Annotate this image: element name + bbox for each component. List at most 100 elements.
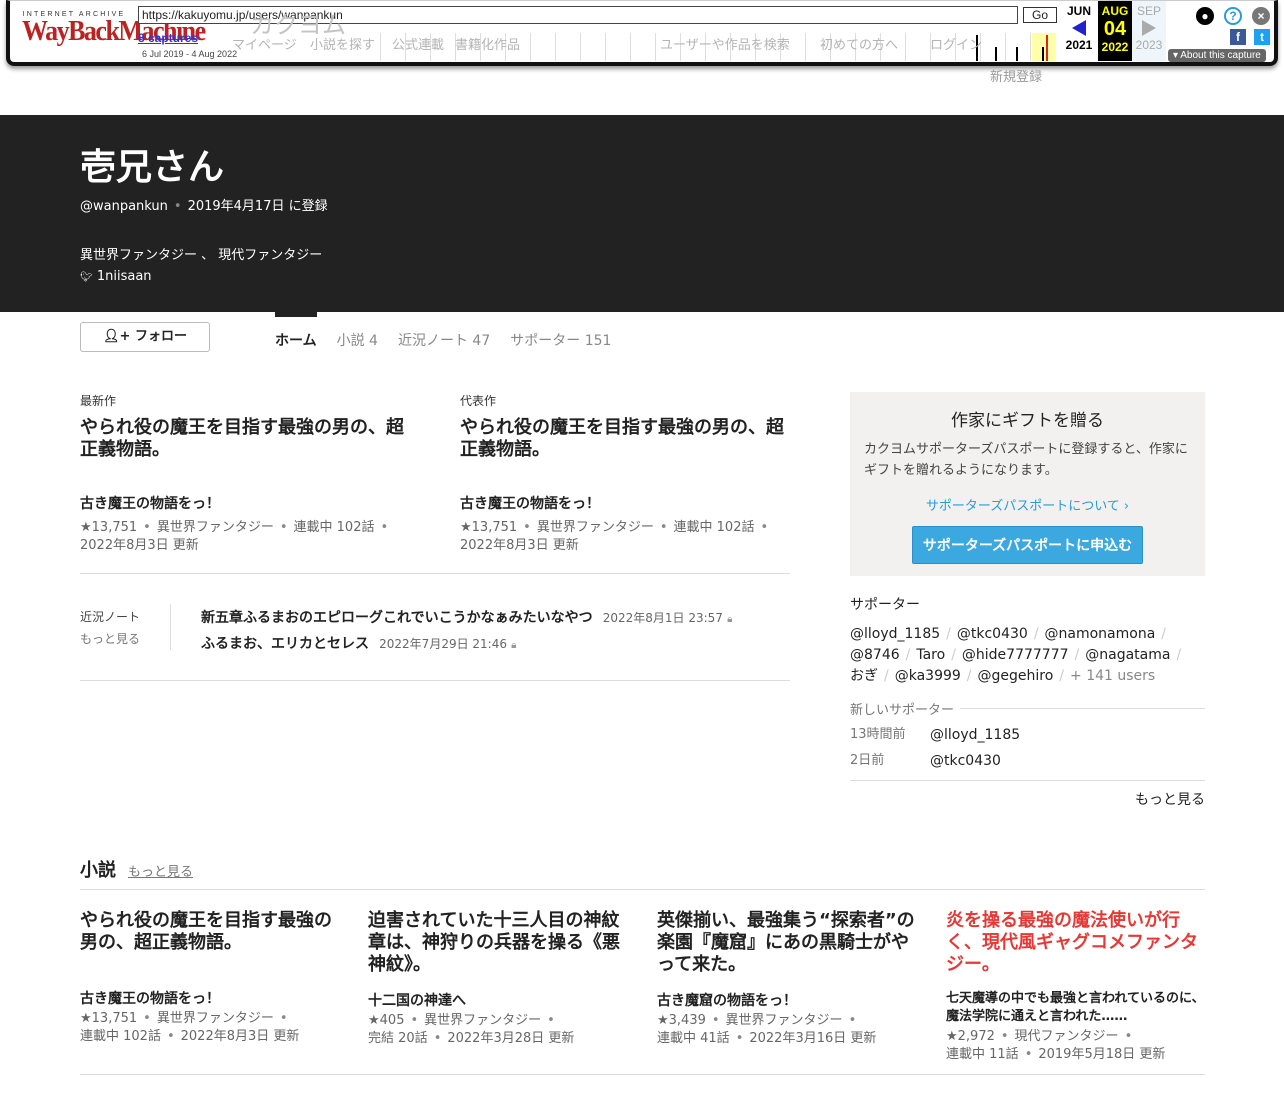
facebook-icon[interactable]: f: [1230, 29, 1246, 45]
nav-books[interactable]: 書籍化作品: [455, 38, 520, 54]
supporter-link[interactable]: @lloyd_1185: [850, 626, 940, 642]
follow-user-icon: 👤︎+: [103, 329, 131, 344]
novel-meta: ★3,439 • 異世界ファンタジー • 連載中 41話 • 2022年3月16日 更新: [657, 1013, 877, 1046]
supporter-list: @lloyd_1185/@tkc0430/@namonamona / @8746/…: [850, 626, 1182, 684]
supporter-link[interactable]: @hide7777777: [962, 647, 1069, 663]
captures-link[interactable]: 8 captures: [138, 31, 198, 45]
about-capture-button[interactable]: ▾ About this capture: [1168, 49, 1266, 62]
profile-tabs: ホーム 小説 4 近況ノート 47 サポーター 151: [275, 312, 611, 350]
featured-work: 代表作 やられ役の魔王を目指す最強の男の、超正義物語。 古き魔王の物語をっ！ ★…: [460, 392, 790, 555]
novel-meta: ★2,972 • 現代ファンタジー • 連載中 11話 • 2019年5月18日 更新: [946, 1029, 1166, 1062]
follow-button[interactable]: 👤︎+ フォロー: [80, 322, 210, 352]
next-month[interactable]: SEP 2023: [1132, 1, 1166, 61]
supporter-link[interactable]: @tkc0430: [957, 626, 1028, 642]
novels-more-link[interactable]: もっと見る: [128, 865, 193, 880]
supporter-link[interactable]: @8746: [850, 647, 900, 663]
new-supporter-row: 13時間前 @lloyd_1185: [850, 726, 1021, 744]
featured-title[interactable]: やられ役の魔王を目指す最強の男の、超正義物語。: [460, 417, 790, 461]
novels-heading: 小説 もっと見る: [80, 860, 194, 881]
featured-meta: ★13,751 • 異世界ファンタジー • 連載中 102話 • 2022年8月3日 更新: [460, 520, 769, 553]
nav-search-novels[interactable]: 小説を探す: [310, 38, 375, 54]
supporters-panel: サポーター @lloyd_1185/@tkc0430/@namonamona / …: [850, 594, 1205, 809]
tab-novels[interactable]: 小説 4: [337, 312, 378, 350]
novel-title[interactable]: やられ役の魔王を目指す最強の男の、超正義物語。: [80, 910, 342, 954]
supporter-link[interactable]: @ka3999: [895, 668, 961, 684]
passport-apply-button[interactable]: サポーターズパスポートに申込む: [911, 526, 1144, 564]
novel-card: 迫害されていた十三人目の神紋章は、神狩りの兵器を操る《悪神紋》。 十二国の神達へ…: [368, 910, 630, 1048]
lock-icon: 🔒︎: [511, 640, 517, 651]
novel-catch: 七天魔導の中でも最強と言われているのに、魔法学院に通えと言われた……: [946, 991, 1205, 1024]
latest-label: 最新作: [80, 394, 117, 408]
new-supporter-row: 2日前 @tkc0430: [850, 752, 1001, 770]
next-arrow-icon[interactable]: [1142, 20, 1156, 36]
gift-title: 作家にギフトを贈る: [951, 411, 1104, 431]
notes-more-link[interactable]: もっと見る: [80, 628, 140, 650]
twitter-share-icon[interactable]: t: [1254, 29, 1270, 45]
new-supporters-heading: 新しいサポーター: [850, 699, 1205, 718]
site-logo[interactable]: カクヨム: [250, 12, 346, 38]
featured-catch: 古き魔王の物語をっ！: [460, 496, 600, 512]
nav-signup[interactable]: 新規登録: [990, 70, 1042, 86]
gift-panel: 作家にギフトを贈る カクヨムサポーターズパスポートに登録すると、作家にギフトを贈…: [850, 392, 1205, 576]
featured-label: 代表作: [460, 394, 497, 408]
latest-catch: 古き魔王の物語をっ！: [80, 496, 220, 512]
supporter-link[interactable]: おぎ: [850, 668, 878, 684]
wayback-toolbar: INTERNET ARCHIVE WayBackMachine https://…: [6, 0, 1278, 66]
note-item[interactable]: ふるまお、エリカとセレス 2022年7月29日 21:46 🔒︎: [201, 632, 732, 658]
lock-icon: 🔒︎: [727, 614, 733, 625]
novel-meta: ★13,751 • 異世界ファンタジー • 連載中 102話 • 2022年8月3日 更新: [80, 1011, 300, 1044]
current-capture: AUG 04 2022: [1098, 1, 1132, 61]
close-icon[interactable]: ×: [1252, 7, 1270, 25]
more-users-link[interactable]: + 141 users: [1070, 668, 1155, 684]
note-item[interactable]: 新五章ふるまおのエピローグこれでいこうかなぁみたいなやつ 2022年8月1日 2…: [201, 606, 732, 632]
profile-name: 壱兄さん: [80, 147, 225, 188]
notes-list: 新五章ふるまおのエピローグこれでいこうかなぁみたいなやつ 2022年8月1日 2…: [201, 606, 732, 658]
novel-catch: 十二国の神達へ: [368, 993, 466, 1009]
help-icon[interactable]: ?: [1224, 7, 1242, 25]
twitter-link[interactable]: 1niisaan: [97, 269, 152, 284]
tab-supporters[interactable]: サポーター 151: [510, 312, 611, 350]
novel-catch: 古き魔窟の物語をっ！: [657, 993, 797, 1009]
profile-genres: 異世界ファンタジー 、 現代ファンタジー: [80, 248, 323, 263]
supporter-link[interactable]: @gegehiro: [978, 668, 1054, 684]
gift-text: カクヨムサポーターズパスポートに登録すると、作家にギフトを贈れるようになります。: [864, 442, 1188, 478]
profile-header: 壱兄さん @wanpankun • 2019年4月17日 に登録 異世界ファンタジー…: [0, 115, 1284, 312]
nav-first[interactable]: 初めての方へ: [820, 38, 898, 54]
passport-info-link[interactable]: サポーターズパスポートについて ›: [864, 495, 1191, 514]
prev-month[interactable]: JUN 2021: [1062, 1, 1096, 61]
wayback-logo[interactable]: INTERNET ARCHIVE WayBackMachine: [22, 11, 206, 47]
prev-arrow-icon[interactable]: [1072, 20, 1086, 36]
notes-label: 近況ノート: [80, 610, 141, 624]
tab-home[interactable]: ホーム: [275, 312, 317, 350]
novel-title[interactable]: 迫害されていた十三人目の神紋章は、神狩りの兵器を操る《悪神紋》。: [368, 910, 630, 976]
current-year-highlight: [1032, 33, 1056, 61]
novel-meta: ★405 • 異世界ファンタジー • 完結 20話 • 2022年3月28日 更新: [368, 1013, 575, 1046]
novel-card: 英傑揃い、最強集う“探索者”の楽園『魔窟』にあの黒騎士がやって来た。 古き魔窟の…: [657, 910, 919, 1048]
novel-catch: 古き魔王の物語をっ！: [80, 991, 220, 1007]
supporter-link[interactable]: @nagatama: [1085, 647, 1170, 663]
go-button[interactable]: Go: [1023, 7, 1057, 23]
nav-official[interactable]: 公式連載: [392, 38, 444, 54]
supporter-link[interactable]: Taro: [916, 647, 945, 663]
user-icon[interactable]: ●: [1196, 7, 1214, 25]
novel-title[interactable]: 英傑揃い、最強集う“探索者”の楽園『魔窟』にあの黒騎士がやって来た。: [657, 910, 919, 976]
nav-login[interactable]: ログイン: [930, 38, 982, 54]
capture-range: 6 Jul 2019 - 4 Aug 2022: [142, 49, 238, 59]
nav-mypage[interactable]: マイページ: [232, 38, 297, 54]
latest-title[interactable]: やられ役の魔王を目指す最強の男の、超正義物語。: [80, 417, 410, 461]
site-search[interactable]: ユーザーや作品を検索: [660, 38, 790, 54]
novel-card: やられ役の魔王を目指す最強の男の、超正義物語。 古き魔王の物語をっ！ ★13,7…: [80, 910, 342, 1046]
twitter-icon: 🐦︎: [80, 272, 93, 283]
supporter-link[interactable]: @namonamona: [1045, 626, 1156, 642]
tab-notes[interactable]: 近況ノート 47: [398, 312, 490, 350]
wayback-logo-text: WayBackMachine: [22, 14, 206, 47]
registered-date: 2019年4月17日 に登録: [187, 199, 328, 214]
novel-card: 炎を操る最強の魔法使いが行く、現代風ギャグコメファンタジー。 七天魔導の中でも最…: [946, 910, 1208, 1064]
latest-work: 最新作 やられ役の魔王を目指す最強の男の、超正義物語。 古き魔王の物語をっ！ ★…: [80, 392, 410, 555]
notes-side: 近況ノート もっと見る: [80, 606, 140, 650]
novel-title[interactable]: 炎を操る最強の魔法使いが行く、現代風ギャグコメファンタジー。: [946, 910, 1208, 976]
supporter-link[interactable]: @tkc0430: [930, 752, 1001, 770]
supporters-more-link[interactable]: もっと見る: [850, 780, 1205, 809]
profile-handle[interactable]: @wanpankun: [80, 199, 168, 214]
supporter-link[interactable]: @lloyd_1185: [930, 726, 1020, 744]
